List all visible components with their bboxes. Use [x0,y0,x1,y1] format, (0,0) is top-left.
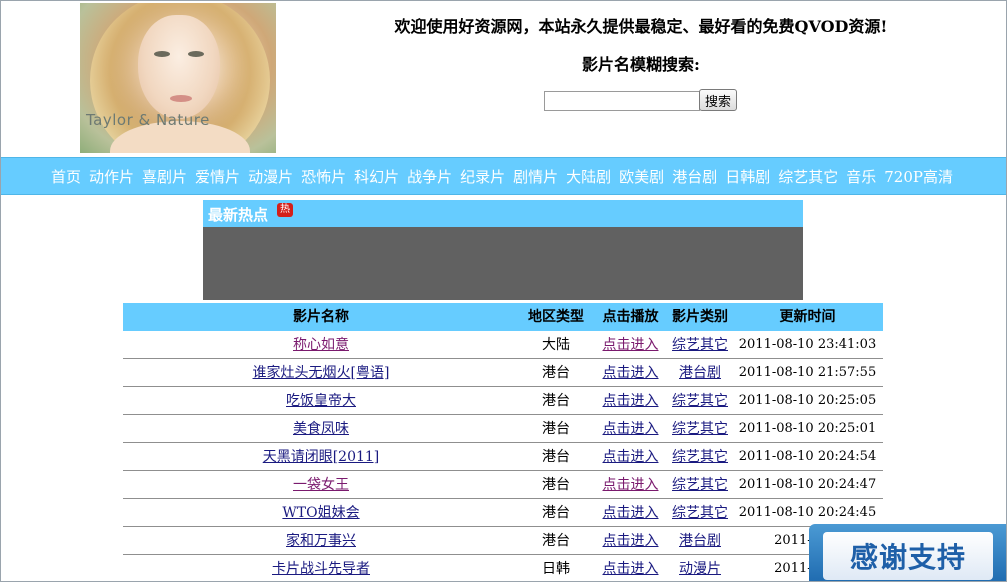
banner-text: Taylor & Nature [86,111,210,129]
table-row: 美食凤味 港台 点击进入 综艺其它 2011-08-10 20:25:01 [123,415,883,443]
table-row: 一袋女王 港台 点击进入 综艺其它 2011-08-10 20:24:47 [123,471,883,499]
nav-item[interactable]: 爱情片 [195,166,240,187]
nav-item[interactable]: 日韩剧 [725,166,770,187]
table-row: 天黑请闭眼[2011] 港台 点击进入 综艺其它 2011-08-10 20:24:54 [123,443,883,471]
header-name: 影片名称 [293,309,349,325]
movie-name-link[interactable]: WTO姐妹会 [282,505,359,521]
category-link[interactable]: 综艺其它 [672,477,728,493]
banner-image: Taylor & Nature [80,3,276,153]
movie-name-link[interactable]: 卡片战斗先导者 [272,561,370,577]
table-row: WTO姐妹会 港台 点击进入 综艺其它 2011-08-10 20:24:45 [123,499,883,527]
nav-item[interactable]: 动漫片 [248,166,293,187]
movie-name-link[interactable]: 谁家灶头无烟火[粤语] [253,365,390,381]
region-text: 大陆 [542,337,570,353]
update-time: 2011-08-10 20:25:05 [738,393,877,408]
nav-item[interactable]: 720P高清 [884,166,953,187]
table-row: 谁家灶头无烟火[粤语] 港台 点击进入 港台剧 2011-08-10 21:57:55 [123,359,883,387]
main-nav: 首页 动作片 喜剧片 爱情片 动漫片 恐怖片 科幻片 战争片 纪录片 剧情片 大陆剧 欧美剧 港台剧 日韩… [1,157,1006,195]
welcome-text: 欢迎使用好资源网，本站永久提供最稳定、最好看的免费QVOD资源! [394,17,888,36]
hot-header: 最新热点 热 [203,200,803,227]
category-link[interactable]: 综艺其它 [672,337,728,353]
header-region: 地区类型 [528,309,584,325]
header-time: 更新时间 [779,309,836,325]
search-button[interactable]: 搜索 [699,89,737,111]
play-link[interactable]: 点击进入 [603,337,659,353]
header-play: 点击播放 [602,309,659,325]
hot-section: 最新热点 热 [203,200,803,300]
nav-item[interactable]: 欧美剧 [619,166,664,187]
nav-item[interactable]: 综艺其它 [778,166,838,187]
region-text: 港台 [542,421,570,437]
movie-name-link[interactable]: 天黑请闭眼[2011] [263,449,380,465]
region-text: 港台 [542,505,570,521]
movie-table: 影片名称 地区类型 点击播放 影片类别 更新时间 称心如意 大陆 点击进入 综艺其它 2… [123,303,883,581]
table-row: 称心如意 大陆 点击进入 综艺其它 2011-08-10 23:41:03 [123,331,883,359]
category-link[interactable]: 动漫片 [679,561,721,577]
category-link[interactable]: 港台剧 [679,365,721,381]
region-text: 港台 [542,365,570,381]
nav-item[interactable]: 喜剧片 [142,166,187,187]
movie-name-link[interactable]: 一袋女王 [293,477,349,493]
movie-name-link[interactable]: 称心如意 [293,337,349,353]
table-row: 卡片战斗先导者 日韩 点击进入 动漫片 2011-08-1 [123,555,883,581]
play-link[interactable]: 点击进入 [603,365,659,381]
table-body: 称心如意 大陆 点击进入 综艺其它 2011-08-10 23:41:03 谁家灶头无烟火… [123,331,883,581]
header-category: 影片类别 [672,309,728,325]
table-header: 影片名称 地区类型 点击播放 影片类别 更新时间 [123,303,883,331]
nav-item[interactable]: 首页 [51,166,81,187]
page-frame: Taylor & Nature 欢迎使用好资源网，本站永久提供最稳定、最好看的免… [0,0,1007,582]
update-time: 2011-08-10 20:24:45 [738,505,877,520]
thanks-text: 感谢支持 [849,541,966,574]
table-row: 吃饭皇帝大 港台 点击进入 综艺其它 2011-08-10 20:25:05 [123,387,883,415]
movie-name-link[interactable]: 家和万事兴 [286,533,356,549]
play-link[interactable]: 点击进入 [603,561,659,577]
play-link[interactable]: 点击进入 [603,505,659,521]
nav-item[interactable]: 战争片 [407,166,452,187]
nav-item[interactable]: 恐怖片 [301,166,346,187]
update-time: 2011-08-10 20:24:54 [738,449,877,464]
region-text: 港台 [542,477,570,493]
update-time: 2011-08-10 20:25:01 [738,421,877,436]
update-time: 2011-08-10 23:41:03 [738,337,877,352]
play-link[interactable]: 点击进入 [603,393,659,409]
movie-name-link[interactable]: 美食凤味 [293,421,349,437]
region-text: 港台 [542,449,570,465]
header: Taylor & Nature 欢迎使用好资源网，本站永久提供最稳定、最好看的免… [1,1,1006,153]
category-link[interactable]: 综艺其它 [672,505,728,521]
table-row: 家和万事兴 港台 点击进入 港台剧 2011-08-1 [123,527,883,555]
nav-item[interactable]: 科幻片 [354,166,399,187]
update-time: 2011-08-10 20:24:47 [738,477,877,492]
update-time: 2011-08-10 21:57:55 [738,365,877,380]
nav-item[interactable]: 港台剧 [672,166,717,187]
movie-name-link[interactable]: 吃饭皇帝大 [286,393,356,409]
play-link[interactable]: 点击进入 [603,449,659,465]
category-link[interactable]: 综艺其它 [672,421,728,437]
play-link[interactable]: 点击进入 [603,421,659,437]
hot-content [203,227,803,300]
play-link[interactable]: 点击进入 [603,477,659,493]
thanks-badge[interactable]: 感谢支持 [809,524,1006,581]
hot-title: 最新热点 [208,206,269,224]
category-link[interactable]: 综艺其它 [672,393,728,409]
nav-item[interactable]: 大陆剧 [566,166,611,187]
nav-item[interactable]: 动作片 [89,166,134,187]
play-link[interactable]: 点击进入 [603,533,659,549]
category-link[interactable]: 综艺其它 [672,449,728,465]
nav-item[interactable]: 纪录片 [460,166,505,187]
region-text: 日韩 [542,561,570,577]
hot-badge: 热 [277,203,293,217]
category-link[interactable]: 港台剧 [679,533,721,549]
nav-list: 首页 动作片 喜剧片 爱情片 动漫片 恐怖片 科幻片 战争片 纪录片 剧情片 大陆剧 欧美剧 港台剧 日韩… [51,158,961,194]
nav-item[interactable]: 剧情片 [513,166,558,187]
region-text: 港台 [542,393,570,409]
search-input[interactable] [544,91,700,111]
region-text: 港台 [542,533,570,549]
search-title: 影片名模糊搜索: [582,55,700,74]
nav-item[interactable]: 音乐 [846,166,876,187]
